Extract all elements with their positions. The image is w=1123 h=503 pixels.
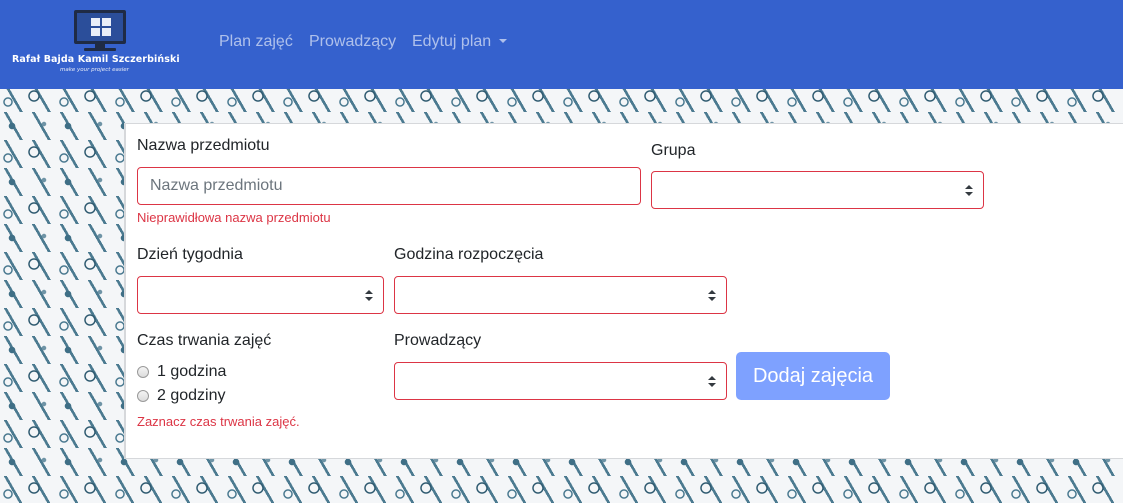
nav-link-prowadzacy[interactable]: Prowadzący bbox=[309, 33, 396, 51]
duration-option-label: 1 godzina bbox=[157, 363, 227, 380]
group-label: Grupa bbox=[651, 142, 696, 159]
duration-option-label: 2 godziny bbox=[157, 387, 226, 404]
nav-link-label: Prowadzący bbox=[309, 33, 397, 50]
nav-link-plan-zajec[interactable]: Plan zajęć bbox=[219, 33, 293, 51]
start-time-label: Godzina rozpoczęcia bbox=[394, 246, 544, 263]
radio-button[interactable] bbox=[137, 366, 149, 378]
duration-option-2h[interactable]: 2 godziny bbox=[137, 386, 226, 406]
brand-logo[interactable]: Rafał Bajda Kamil Szczerbiński make your… bbox=[8, 7, 192, 73]
brand-name: Rafał Bajda Kamil Szczerbiński bbox=[12, 54, 180, 65]
nav-link-label: Edytuj plan bbox=[412, 33, 492, 50]
duration-option-1h[interactable]: 1 godzina bbox=[137, 362, 226, 382]
subject-name-error: Nieprawidłowa nazwa przedmiotu bbox=[137, 210, 331, 225]
add-class-button[interactable]: Dodaj zajęcia bbox=[736, 352, 890, 400]
subject-name-label: Nazwa przedmiotu bbox=[137, 137, 270, 154]
weekday-label: Dzień tygodnia bbox=[137, 246, 243, 263]
navbar: Rafał Bajda Kamil Szczerbiński make your… bbox=[0, 0, 1123, 89]
teacher-label: Prowadzący bbox=[394, 332, 482, 349]
group-select[interactable] bbox=[651, 171, 984, 209]
radio-button[interactable] bbox=[137, 390, 149, 402]
duration-error: Zaznacz czas trwania zajęć. bbox=[137, 414, 300, 429]
select-arrows-icon bbox=[965, 185, 973, 196]
weekday-select[interactable] bbox=[137, 276, 384, 314]
teacher-select[interactable] bbox=[394, 362, 727, 400]
select-arrows-icon bbox=[708, 290, 716, 301]
nav-dropdown-edytuj-plan[interactable]: Edytuj plan bbox=[412, 33, 508, 51]
nav-link-label: Plan zajęć bbox=[219, 33, 293, 50]
select-arrows-icon bbox=[708, 376, 716, 387]
caret-down-icon bbox=[499, 39, 508, 43]
windows-monitor-icon bbox=[74, 10, 126, 44]
subject-name-input[interactable] bbox=[137, 167, 641, 205]
brand-tagline: make your project easier bbox=[60, 67, 129, 73]
duration-label: Czas trwania zajęć bbox=[137, 332, 272, 349]
add-class-form: Nazwa przedmiotu Nieprawidłowa nazwa prz… bbox=[124, 123, 1123, 459]
start-time-select[interactable] bbox=[394, 276, 727, 314]
select-arrows-icon bbox=[365, 290, 373, 301]
